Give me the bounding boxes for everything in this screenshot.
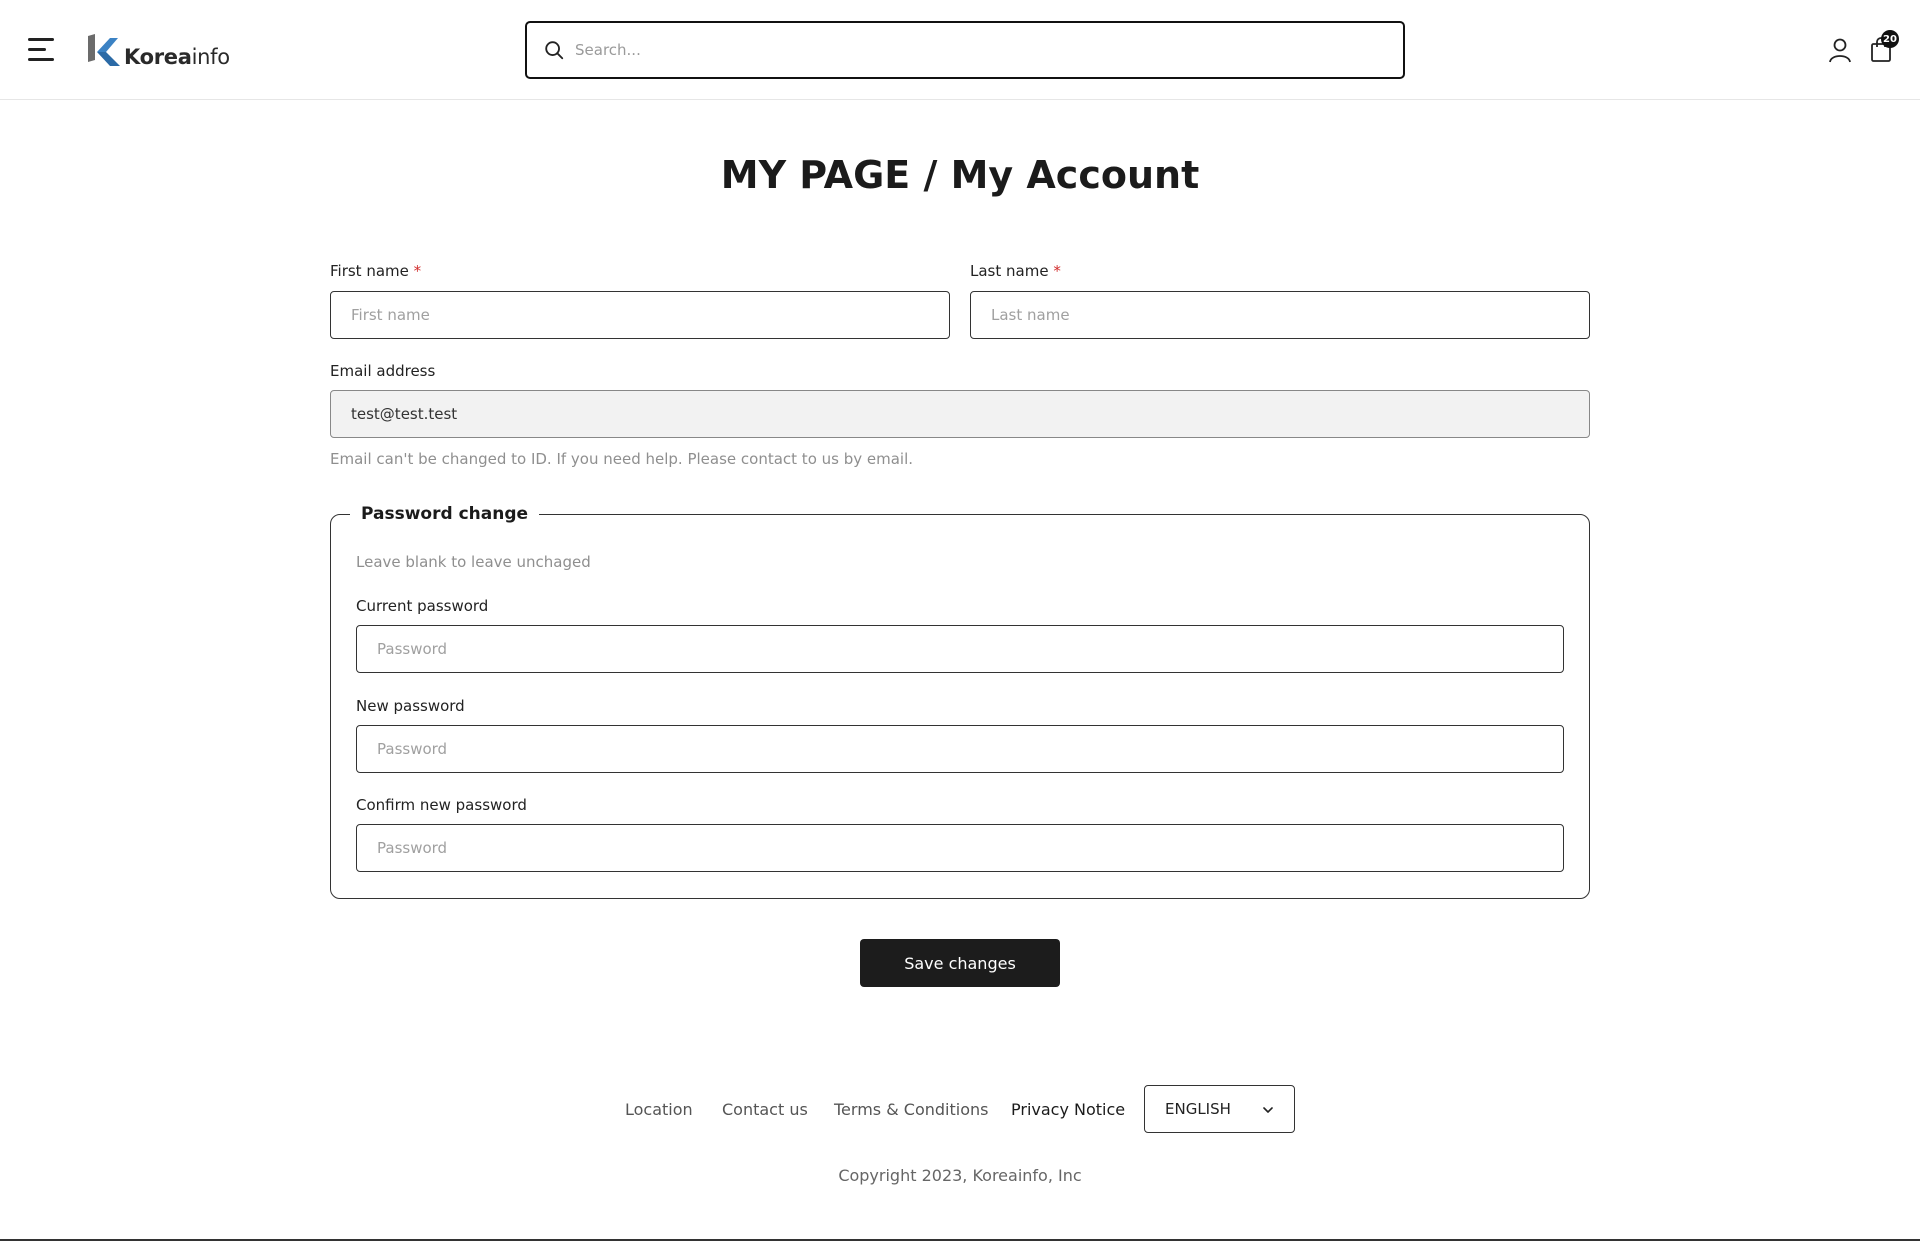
- first-name-label: First name *: [330, 262, 422, 280]
- logo[interactable]: Koreainfo: [88, 32, 230, 68]
- cart-count-badge: 20: [1881, 30, 1899, 48]
- email-label: Email address: [330, 362, 436, 380]
- language-value: ENGLISH: [1165, 1100, 1231, 1118]
- confirm-password-input[interactable]: [356, 824, 1564, 872]
- copyright: Copyright 2023, Koreainfo, Inc: [838, 1166, 1082, 1185]
- logo-mark-icon: [88, 34, 120, 66]
- current-password-label: Current password: [356, 597, 489, 615]
- chevron-down-icon: [1263, 1107, 1273, 1113]
- search-input[interactable]: [575, 30, 1403, 70]
- last-name-input[interactable]: [970, 291, 1590, 339]
- confirm-password-label: Confirm new password: [356, 796, 527, 814]
- last-name-label: Last name *: [970, 262, 1061, 280]
- new-password-label: New password: [356, 697, 465, 715]
- new-password-input[interactable]: [356, 725, 1564, 773]
- footer-link-contact[interactable]: Contact us: [722, 1100, 808, 1119]
- save-changes-button[interactable]: Save changes: [860, 939, 1060, 987]
- search-icon: [545, 41, 564, 60]
- menu-icon[interactable]: [28, 36, 58, 64]
- logo-text: Koreainfo: [124, 45, 230, 69]
- user-icon[interactable]: [1827, 37, 1853, 63]
- email-field: [330, 390, 1590, 438]
- page-title: MY PAGE / My Account: [720, 153, 1200, 197]
- footer-link-terms[interactable]: Terms & Conditions: [834, 1100, 988, 1119]
- search-bar[interactable]: [525, 21, 1405, 79]
- password-change-legend: Password change: [350, 502, 540, 526]
- top-header: Koreainfo 20: [0, 0, 1920, 100]
- first-name-input[interactable]: [330, 291, 950, 339]
- footer-link-location[interactable]: Location: [625, 1100, 693, 1119]
- language-select[interactable]: ENGLISH: [1144, 1085, 1295, 1133]
- email-hint: Email can't be changed to ID. If you nee…: [330, 450, 914, 468]
- current-password-input[interactable]: [356, 625, 1564, 673]
- footer-link-privacy[interactable]: Privacy Notice: [1011, 1100, 1125, 1119]
- password-hint: Leave blank to leave unchaged: [356, 553, 591, 571]
